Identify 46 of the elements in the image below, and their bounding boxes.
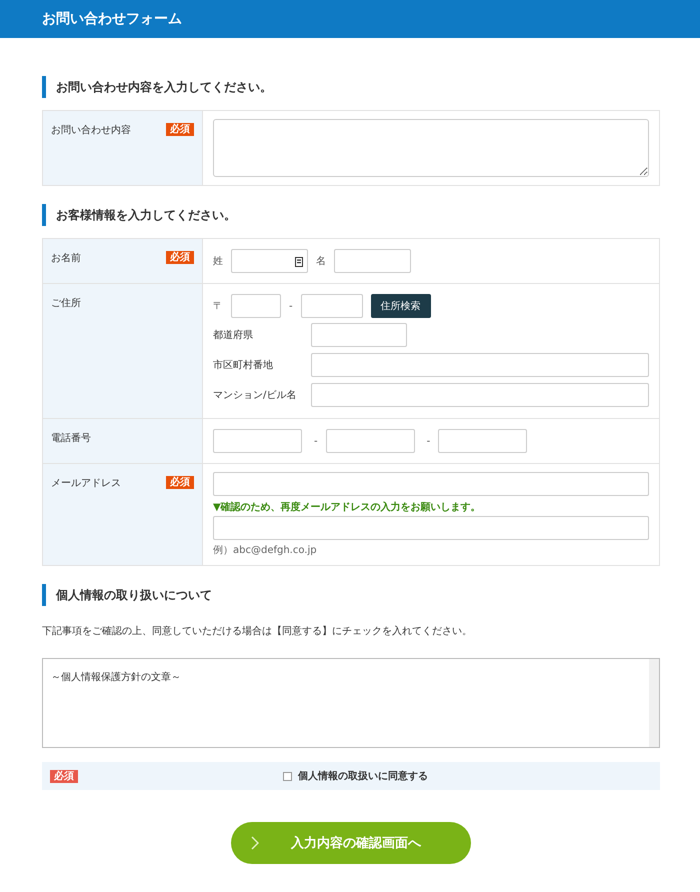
name-field[interactable] bbox=[231, 249, 308, 273]
address-field[interactable] bbox=[311, 323, 407, 347]
field-label: お問い合わせ内容 bbox=[51, 124, 131, 137]
agree-label: 個人情報の取扱いに同意する bbox=[298, 770, 428, 783]
field-label: ご住所 bbox=[51, 296, 81, 310]
phone-field[interactable] bbox=[326, 429, 415, 453]
contact-card-icon bbox=[295, 257, 303, 267]
section-heading: お客様情報を入力してください。 bbox=[42, 204, 660, 226]
phone-field[interactable] bbox=[213, 429, 302, 453]
section-heading: お問い合わせ内容を入力してください。 bbox=[42, 76, 660, 98]
name-field[interactable] bbox=[334, 249, 411, 273]
inquiry-textarea[interactable] bbox=[213, 119, 649, 177]
address-field[interactable] bbox=[311, 353, 649, 377]
address-search-button[interactable]: 住所検索 bbox=[370, 294, 431, 318]
chevron-right-icon bbox=[251, 836, 259, 850]
field-label: 市区町村番地 bbox=[213, 358, 274, 372]
example-text: 例）abc@defgh.co.jp bbox=[213, 544, 318, 557]
required-badge: 必須 bbox=[166, 123, 194, 136]
required-badge: 必須 bbox=[166, 251, 194, 264]
phone-field[interactable] bbox=[438, 429, 528, 453]
postal-code-field[interactable] bbox=[300, 294, 363, 318]
separator: - bbox=[426, 436, 430, 446]
policy-text: ～個人情報保護方針の文章～ bbox=[51, 672, 181, 683]
policy-textbox[interactable]: ～個人情報保護方針の文章～ bbox=[42, 658, 660, 748]
scrollbar[interactable] bbox=[649, 659, 659, 747]
separator: - bbox=[289, 300, 293, 312]
field-label: 名 bbox=[316, 255, 326, 268]
postal-code-field[interactable] bbox=[231, 294, 281, 318]
postal-mark: 〒 bbox=[213, 300, 223, 313]
required-badge: 必須 bbox=[50, 770, 78, 782]
field-label: 都道府県 bbox=[213, 328, 254, 342]
field-label: メールアドレス bbox=[51, 477, 121, 490]
instruction-text: 下記事項をご確認の上、同意していただける場合は【同意する】にチェックを入れてください。 bbox=[42, 624, 473, 638]
field-label: マンション/ビル名 bbox=[213, 389, 298, 402]
email-confirm-field[interactable] bbox=[213, 516, 649, 540]
field-label: 電話番号 bbox=[51, 432, 91, 445]
section-heading: 個人情報の取り扱いについて bbox=[42, 584, 660, 606]
field-label: お名前 bbox=[51, 252, 81, 265]
page-title: お問い合わせフォーム bbox=[42, 10, 182, 28]
confirmation-note: ▼確認のため、再度メールアドレスの入力をお願いします。 bbox=[213, 500, 482, 514]
required-badge: 必須 bbox=[166, 476, 194, 489]
separator: - bbox=[314, 436, 318, 446]
field-label: 姓 bbox=[213, 255, 223, 268]
email-field[interactable] bbox=[213, 472, 649, 496]
agree-checkbox[interactable] bbox=[283, 772, 292, 780]
address-field[interactable] bbox=[311, 383, 649, 407]
